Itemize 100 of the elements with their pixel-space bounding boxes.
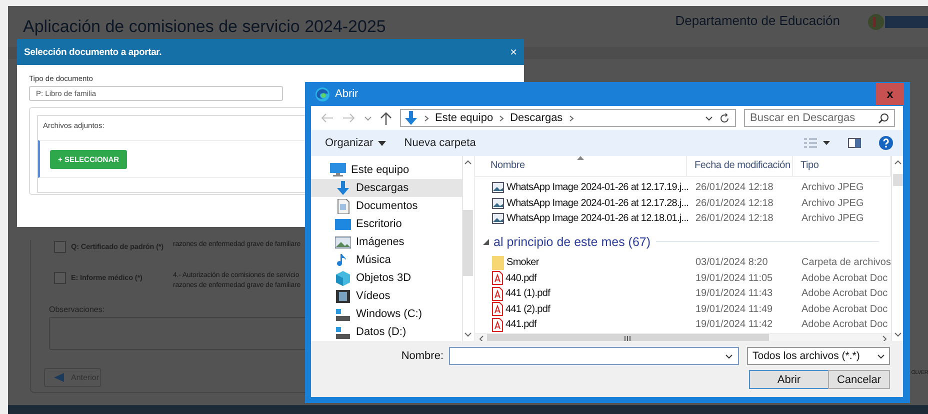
file-name[interactable]: 440.pdf — [492, 271, 696, 286]
file-name[interactable]: 441.pdf — [492, 318, 696, 332]
cube-icon — [335, 270, 351, 286]
pdf-file-icon — [492, 302, 502, 316]
refresh-icon[interactable] — [719, 112, 730, 124]
navigation-item[interactable]: Escritorio — [311, 215, 462, 233]
navigation-item[interactable]: Imágenes — [311, 233, 462, 251]
type-cell-text: Archivo JPEG — [802, 182, 865, 194]
type-cell-text: Adobe Acrobat Doc — [802, 288, 889, 300]
picture-icon — [335, 234, 351, 250]
chevron-down-icon — [877, 354, 885, 358]
preview-pane-icon[interactable] — [848, 138, 861, 148]
navigation-item[interactable]: Documentos — [311, 197, 462, 215]
file-type-dropdown[interactable]: Todos los archivos (*.*) — [747, 347, 890, 365]
app-logo-icon — [315, 86, 330, 102]
organize-menu[interactable]: Organizar — [325, 137, 386, 149]
scroll-left-icon[interactable] — [478, 334, 484, 343]
date-cell-text: 26/01/2024 12:18 — [696, 198, 774, 209]
scroll-thumb[interactable] — [892, 174, 902, 186]
pdf-file-icon — [492, 286, 502, 301]
cancel-button[interactable]: Cancelar — [828, 370, 890, 389]
help-icon[interactable] — [879, 136, 893, 150]
scroll-right-icon[interactable] — [882, 334, 887, 343]
scroll-up-icon[interactable] — [464, 160, 472, 165]
desktop-icon — [335, 216, 351, 232]
type-cell-text: Adobe Acrobat Doc — [802, 319, 889, 330]
checkbox[interactable] — [54, 272, 66, 284]
scrollbar[interactable] — [891, 156, 903, 341]
scrollbar[interactable] — [462, 156, 474, 341]
chevron-down-icon[interactable] — [705, 116, 713, 120]
file-name[interactable]: Smoker — [492, 256, 696, 270]
group-header[interactable]: al principio de este mes (67) — [494, 234, 651, 249]
scroll-up-icon[interactable] — [894, 160, 902, 165]
image-file-icon — [492, 213, 504, 224]
column-header[interactable]: Fecha de modificación — [686, 156, 792, 176]
pdf-file-icon — [492, 318, 502, 332]
chevron-right-icon — [568, 114, 574, 122]
pdf-file-icon — [492, 271, 502, 286]
search-icon — [878, 112, 889, 124]
chevron-right-icon — [424, 114, 429, 122]
file-name[interactable]: WhatsApp Image 2024-01-26 at 12.17.28.j... — [492, 198, 696, 209]
new-folder-button[interactable]: Nueva carpeta — [404, 137, 476, 149]
film-icon — [335, 288, 351, 304]
download-icon — [335, 180, 351, 196]
navigation-item[interactable]: Vídeos — [311, 287, 462, 305]
search-field[interactable]: Buscar en Descargas — [744, 109, 895, 127]
date-cell-text: 26/01/2024 12:18 — [696, 182, 774, 194]
date-cell-text: 19/01/2024 11:05 — [696, 272, 774, 284]
sort-arrow-icon — [576, 156, 584, 160]
page-title: Aplicación de comisiones de servicio 2024-2025 — [23, 16, 386, 36]
navigation-item[interactable]: Descargas — [311, 179, 462, 197]
navigation-item[interactable]: Este equipo — [311, 161, 462, 179]
address-bar[interactable]: Este equipo Descargas — [400, 109, 736, 127]
type-cell-text: Adobe Acrobat Doc — [802, 272, 889, 284]
scroll-thumb[interactable] — [463, 210, 473, 276]
file-name-label: Nombre: — [400, 350, 445, 362]
type-cell: Carpeta de archivos — [802, 257, 891, 268]
close-button[interactable]: x — [876, 82, 904, 104]
image-file-icon — [492, 198, 504, 209]
navigation-item[interactable]: Datos (D:) — [311, 323, 462, 341]
download-icon — [404, 110, 418, 126]
file-name[interactable]: 441 (2).pdf — [492, 302, 696, 316]
breadcrumb-item[interactable]: Este equipo — [435, 112, 494, 124]
department-name: Departamento de Educación — [675, 13, 840, 28]
type-cell-text: Archivo JPEG — [802, 198, 865, 209]
file-name[interactable]: WhatsApp Image 2024-01-26 at 12.18.01.j... — [492, 213, 696, 224]
caret-icon — [378, 140, 386, 146]
navigation-item[interactable]: Música — [311, 251, 462, 269]
file-name-field[interactable] — [448, 347, 740, 365]
date-cell-text: 19/01/2024 11:43 — [696, 288, 774, 300]
type-cell-text: Archivo JPEG — [802, 213, 865, 224]
document-icon — [335, 198, 351, 214]
drive-icon — [335, 324, 351, 340]
column-header[interactable]: Nombre — [482, 156, 686, 176]
up-arrow-icon[interactable] — [380, 112, 392, 124]
navigation-item[interactable]: Objetos 3D — [311, 269, 462, 287]
type-cell-text: Adobe Acrobat Doc — [802, 304, 889, 315]
close-button[interactable]: × — [510, 45, 517, 59]
computer-icon — [330, 162, 346, 178]
date-cell-text: 26/01/2024 12:18 — [696, 213, 774, 224]
scroll-down-icon[interactable] — [894, 332, 902, 337]
breadcrumb-item[interactable]: Descargas — [510, 112, 563, 124]
open-button[interactable]: Abrir — [749, 370, 829, 389]
checkbox[interactable] — [54, 241, 66, 253]
file-name[interactable]: 441 (1).pdf — [492, 286, 696, 301]
chevron-down-icon — [725, 354, 734, 358]
chevron-right-icon — [499, 114, 504, 122]
dialog-title: Abrir — [335, 88, 358, 100]
folder-icon — [492, 256, 504, 270]
modal-title: Selección documento a aportar. — [24, 46, 162, 58]
grip-icon — [624, 336, 631, 342]
file-name[interactable]: WhatsApp Image 2024-01-26 at 12.17.19.j... — [492, 182, 696, 194]
image-file-icon — [492, 182, 504, 194]
date-cell-text: 19/01/2024 11:42 — [696, 319, 774, 330]
view-options-icon[interactable] — [804, 138, 830, 148]
navigation-item[interactable]: Windows (C:) — [311, 305, 462, 323]
scroll-down-icon[interactable] — [464, 332, 472, 337]
collapse-triangle-icon[interactable] — [482, 238, 488, 245]
date-cell-text: 03/01/2024 8:20 — [696, 257, 769, 268]
left-arrow-icon — [54, 373, 64, 382]
